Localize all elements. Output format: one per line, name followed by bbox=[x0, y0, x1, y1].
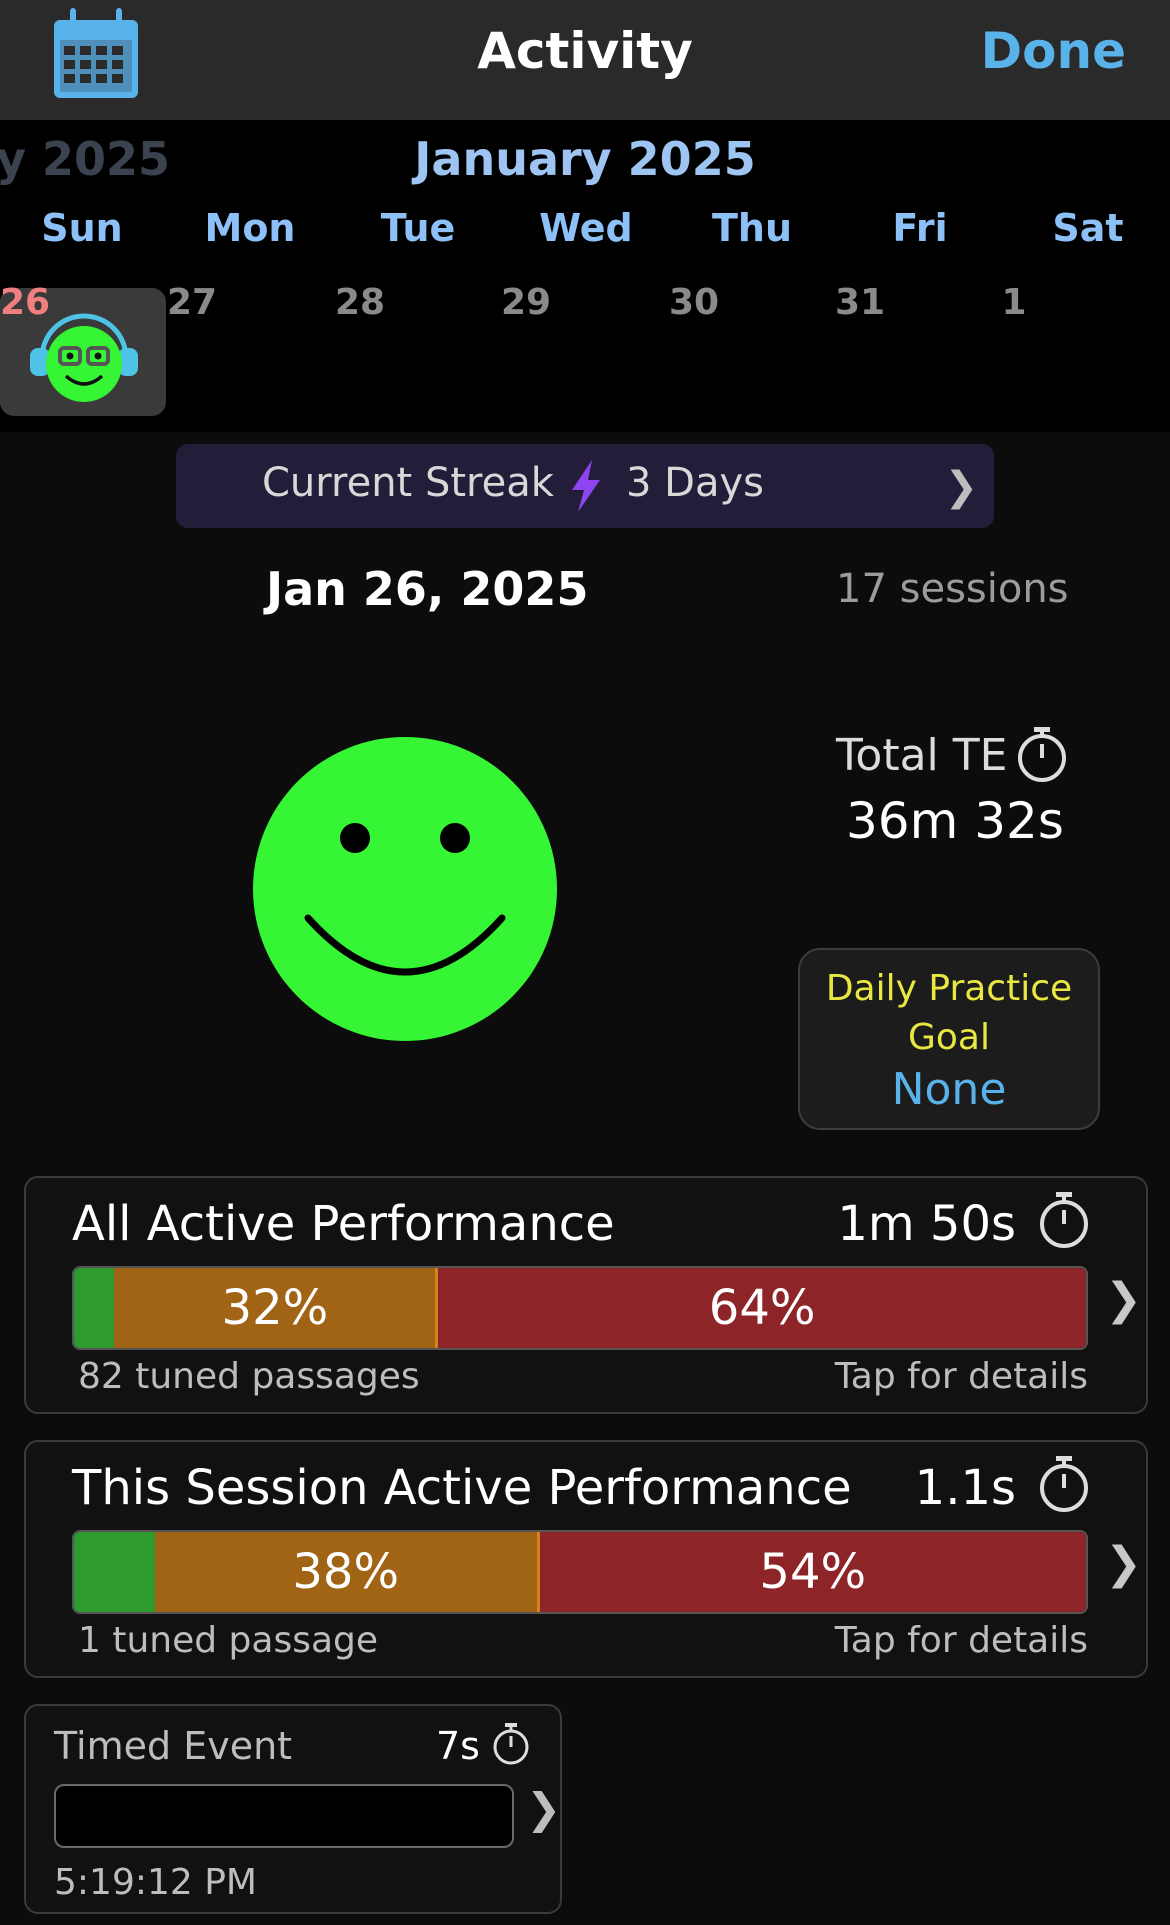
chevron-right-icon: ❯ bbox=[1105, 1274, 1142, 1325]
chevron-right-icon: ❯ bbox=[944, 464, 978, 510]
performance-bar: 32% 64% bbox=[72, 1266, 1088, 1350]
stopwatch-icon bbox=[1040, 1192, 1088, 1248]
goal-value: None bbox=[891, 1064, 1007, 1115]
card-subtitle: 82 tuned passages bbox=[78, 1356, 420, 1397]
total-te-label: Total TE bbox=[836, 730, 1008, 781]
poor-segment: 64% bbox=[438, 1268, 1086, 1348]
chevron-right-icon: ❯ bbox=[1105, 1538, 1142, 1589]
all-active-performance-card[interactable]: All Active Performance 1m 50s 32% 64% 82… bbox=[24, 1176, 1148, 1414]
current-streak-button[interactable]: Current Streak 3 Days ❯ bbox=[176, 444, 994, 528]
card-title: This Session Active Performance bbox=[72, 1460, 852, 1516]
card-time: 1m 50s bbox=[837, 1196, 1016, 1252]
fair-segment: 38% bbox=[154, 1532, 540, 1612]
day-31[interactable]: 31 bbox=[820, 282, 900, 323]
weekday-mon: Mon bbox=[204, 206, 296, 250]
weekday-tue: Tue bbox=[380, 206, 456, 250]
timed-event-bar bbox=[54, 1784, 514, 1848]
month-label: January 2025 bbox=[414, 132, 756, 186]
timed-event-time: 5:19:12 PM bbox=[54, 1862, 257, 1903]
smiley-face-icon bbox=[253, 737, 557, 1041]
tap-for-details: Tap for details bbox=[834, 1620, 1088, 1661]
weekday-fri: Fri bbox=[892, 206, 948, 250]
timed-event-card[interactable]: Timed Event 7s ❯ 5:19:12 PM bbox=[24, 1704, 562, 1914]
day-30[interactable]: 30 bbox=[654, 282, 734, 323]
day-28[interactable]: 28 bbox=[320, 282, 400, 323]
weekday-sat: Sat bbox=[1052, 206, 1124, 250]
tap-for-details: Tap for details bbox=[834, 1356, 1088, 1397]
stopwatch-icon bbox=[493, 1723, 529, 1765]
day-1[interactable]: 1 bbox=[974, 282, 1054, 323]
performance-bar: 38% 54% bbox=[72, 1530, 1088, 1614]
stopwatch-icon bbox=[1018, 727, 1066, 782]
goal-label: Daily Practice Goal bbox=[825, 968, 1073, 1058]
timed-event-value: 7s bbox=[436, 1724, 480, 1768]
card-time: 1.1s bbox=[914, 1460, 1016, 1516]
header-bar: Activity Done bbox=[0, 0, 1170, 120]
streak-value: 3 Days bbox=[626, 460, 764, 506]
chevron-right-icon: ❯ bbox=[526, 1784, 562, 1833]
streak-label: Current Streak bbox=[262, 460, 554, 506]
timed-event-label: Timed Event bbox=[54, 1724, 293, 1768]
fair-segment: 32% bbox=[114, 1268, 439, 1348]
poor-segment: 54% bbox=[539, 1532, 1086, 1612]
day-29[interactable]: 29 bbox=[486, 282, 566, 323]
session-count: 17 sessions bbox=[836, 566, 1069, 612]
good-segment bbox=[74, 1532, 155, 1612]
day-27[interactable]: 27 bbox=[152, 282, 232, 323]
calendar-strip[interactable]: January 2025 January 2025 Sun Mon Tue We… bbox=[0, 120, 1170, 432]
weekday-sun: Sun bbox=[41, 206, 123, 250]
selected-date: Jan 26, 2025 bbox=[266, 562, 589, 616]
weekday-wed: Wed bbox=[539, 206, 633, 250]
session-active-performance-card[interactable]: This Session Active Performance 1.1s 38%… bbox=[24, 1440, 1148, 1678]
lightning-bolt-icon bbox=[572, 460, 600, 512]
done-button[interactable]: Done bbox=[981, 22, 1126, 80]
total-te-value: 36m 32s bbox=[846, 792, 1064, 850]
good-segment bbox=[74, 1268, 115, 1348]
stopwatch-icon bbox=[1040, 1456, 1088, 1512]
headphones-face-icon bbox=[30, 313, 138, 402]
card-subtitle: 1 tuned passage bbox=[78, 1620, 379, 1661]
weekday-thu: Thu bbox=[711, 206, 793, 250]
daily-practice-goal-button[interactable]: Daily Practice Goal None bbox=[798, 948, 1100, 1130]
card-title: All Active Performance bbox=[72, 1196, 615, 1252]
